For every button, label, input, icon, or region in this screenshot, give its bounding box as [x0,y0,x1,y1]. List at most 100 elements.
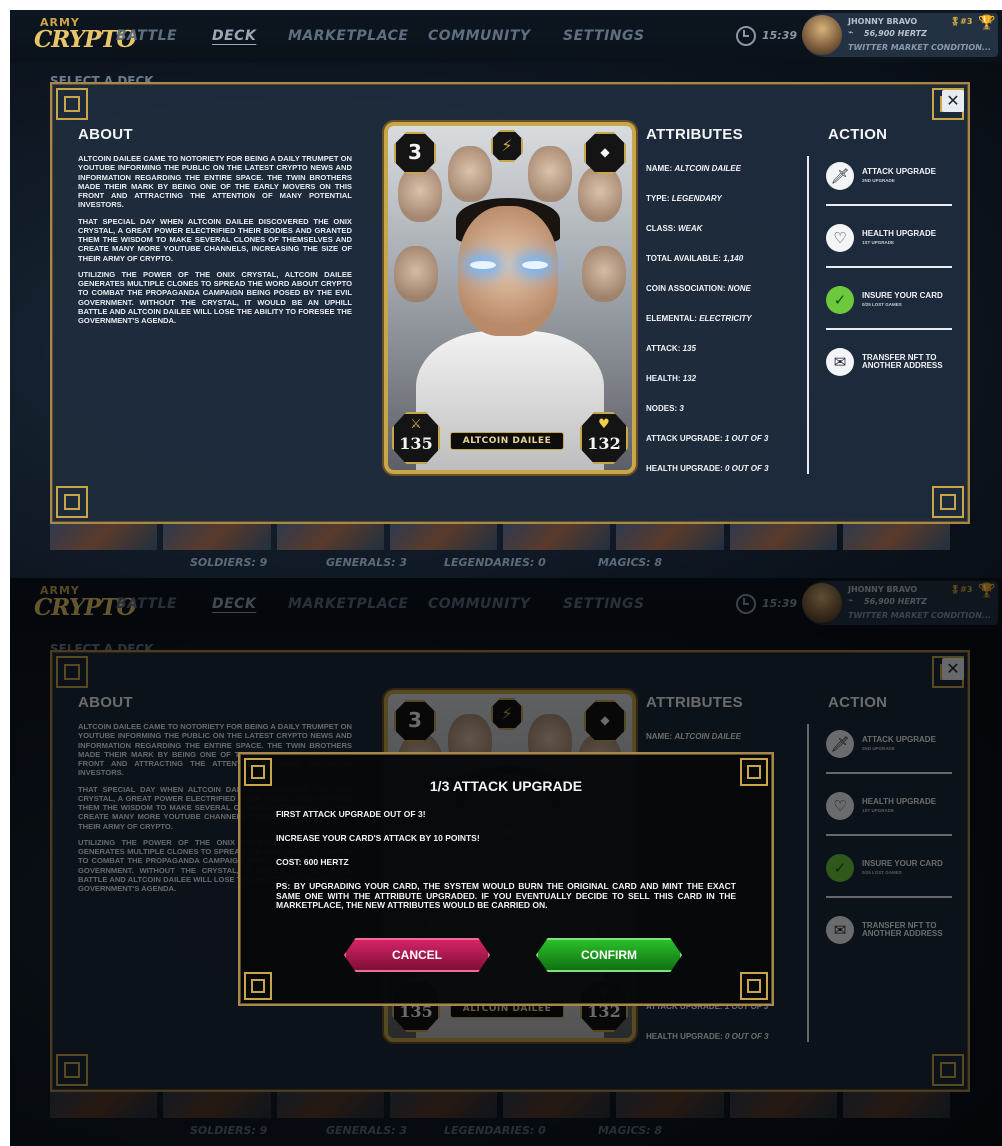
cancel-button[interactable]: CANCEL [344,938,490,972]
character-suit [416,331,604,470]
trophy-icon[interactable]: 🏆 [978,15,995,31]
health-stat: ♥ 132 [580,412,628,464]
attack-upgrade-button[interactable]: 🗡 ATTACK UPGRADE 2ND UPGRADE [826,158,954,220]
clone-face [528,146,572,202]
attributes-list: NAME: ALTCOIN DAILEE TYPE: LEGENDARY CLA… [646,164,806,494]
attr-nodes: NODES: 3 [646,404,806,434]
attr-label: ELEMENTAL: [646,314,700,323]
user-name: JHONNY BRAVO [848,17,918,26]
separator [826,328,952,330]
health-upgrade-button[interactable]: ♡ HEALTH UPGRADE 1ST UPGRADE [826,220,954,282]
corner-ornament [244,972,272,1000]
dialog-line-1: FIRST ATTACK UPGRADE OUT OF 3! [276,809,426,819]
attr-class: CLASS: WEAK [646,224,806,254]
action-title: ACTION [828,126,888,143]
attr-health-upgrade: HEALTH UPGRADE: 0 OUT OF 3 [646,464,806,494]
rank-value: #3 [960,17,973,26]
attr-value: ALTCOIN DAILEE [674,164,741,173]
character-face [458,206,558,336]
nav-marketplace[interactable]: MARKETPLACE [288,28,408,44]
attr-attack-upgrade: ATTACK UPGRADE: 1 OUT OF 3 [646,434,806,464]
attr-attack: ATTACK: 135 [646,344,806,374]
separator [826,204,952,206]
dialog-disclaimer: PS: BY UPGRADING YOUR CARD, THE SYSTEM W… [276,881,736,911]
attr-elemental: ELEMENTAL: ELECTRICITY [646,314,806,344]
about-paragraph: UTILIZING THE POWER OF THE ONIX CRYSTAL,… [78,269,352,325]
corner-ornament [740,972,768,1000]
hertz-balance: 56,900 HERTZ [864,29,927,38]
attr-value: ELECTRICITY [699,314,752,323]
transfer-nft-button[interactable]: ✉ TRANSFER NFT TO ANOTHER ADDRESS [826,344,954,406]
action-label: TRANSFER NFT TO ANOTHER ADDRESS [862,353,943,371]
action-label: ATTACK UPGRADE [862,167,936,176]
user-panel[interactable]: JHONNY BRAVO ⌁ 56,900 HERTZ TWITTER MARK… [802,13,998,57]
attr-label: CLASS: [646,224,678,233]
attr-health: HEALTH: 132 [646,374,806,404]
glowing-eye [522,261,548,269]
logo[interactable]: ARMY CRYPTO [32,16,137,56]
attr-label: HEALTH: [646,374,683,383]
clone-face [582,246,626,302]
card-nameplate: ALTCOIN DAILEE [450,432,564,450]
clock-icon [736,26,756,46]
attr-name: NAME: ALTCOIN DAILEE [646,164,806,194]
dialog-title: 1/3 ATTACK UPGRADE [429,778,583,794]
corner-ornament [56,88,88,120]
attr-value: 1,140 [723,254,744,263]
corner-ornament [932,486,964,518]
action-sub: 0/25 LOST GAMES [862,302,902,307]
clone-face [578,166,622,222]
attr-label: HEALTH UPGRADE: [646,464,725,473]
insure-card-button[interactable]: ✓ INSURE YOUR CARD 0/25 LOST GAMES [826,282,954,344]
corner-ornament [56,486,88,518]
close-icon[interactable]: ✕ [942,90,964,112]
time-display: 15:39 [762,29,798,42]
count-soldiers: SOLDIERS: 9 [190,556,268,569]
avatar[interactable] [802,15,842,55]
nav-battle[interactable]: BATTLE [116,28,177,44]
top-nav: ARMY CRYPTO BATTLE DECK MARKETPLACE COMM… [10,10,1002,62]
count-magics: MAGICS: 8 [598,556,663,569]
card-detail-modal: ✕ ABOUT ALTCOIN DAILEE CAME TO NOTORIETY… [50,82,970,524]
clone-face [448,146,492,202]
nft-card: 3 ⚡ ◆ ⚔ 135 ALTCOIN DAILEE ♥ 132 [384,122,636,474]
action-list: 🗡 ATTACK UPGRADE 2ND UPGRADE ♡ HEALTH UP… [826,158,954,406]
market-ticker[interactable]: TWITTER MARKET CONDITION... [848,43,991,52]
about-paragraph: THAT SPECIAL DAY WHEN ALTCOIN DAILEE DIS… [78,216,352,263]
action-label: INSURE YOUR CARD [862,291,943,300]
attack-value: 135 [399,434,433,453]
about-title: ABOUT [78,126,133,143]
dialog-line-3: COST: 600 HERTZ [276,857,349,867]
count-generals: GENERALS: 3 [326,556,408,569]
about-text: ALTCOIN DAILEE CAME TO NOTORIETY FOR BEI… [78,154,352,332]
dialog-line-2: INCREASE YOUR CARD'S ATTACK BY 10 POINTS… [276,833,480,843]
attr-value: 1 OUT OF 3 [724,434,769,443]
nav-settings[interactable]: SETTINGS [563,28,645,44]
attr-value: 135 [682,344,696,353]
nav-community[interactable]: COMMUNITY [428,28,531,44]
attr-label: NODES: [646,404,680,413]
attack-stat: ⚔ 135 [392,412,440,464]
attr-type: TYPE: LEGENDARY [646,194,806,224]
action-sub: 1ST UPGRADE [862,240,895,245]
heart-icon: ♥ [598,417,610,432]
crossed-swords-icon: ⚔ [410,417,422,432]
action-sub: 2ND UPGRADE [862,178,895,183]
attr-coin: COIN ASSOCIATION: NONE [646,284,806,314]
confirm-button[interactable]: CONFIRM [536,938,682,972]
nav-deck[interactable]: DECK [212,28,256,44]
action-label: HEALTH UPGRADE [862,229,937,238]
attr-label: TYPE: [646,194,672,203]
attr-label: ATTACK: [646,344,683,353]
attributes-title: ATTRIBUTES [646,126,743,143]
about-paragraph: ALTCOIN DAILEE CAME TO NOTORIETY FOR BEI… [78,154,352,210]
shield-check-icon: ✓ [826,286,854,314]
screen-upgrade-confirm: ARMY CRYPTO BATTLE DECK MARKETPLACE COMM… [10,578,1002,1146]
transfer-icon: ✉ [826,348,854,376]
separator [826,266,952,268]
attr-label: COIN ASSOCIATION: [646,284,728,293]
pulse-icon: ⌁ [848,28,854,38]
health-value: 132 [587,434,621,453]
screen-card-details: ARMY CRYPTO BATTLE DECK MARKETPLACE COMM… [10,10,1002,578]
heart-plus-icon: ♡ [826,224,854,252]
